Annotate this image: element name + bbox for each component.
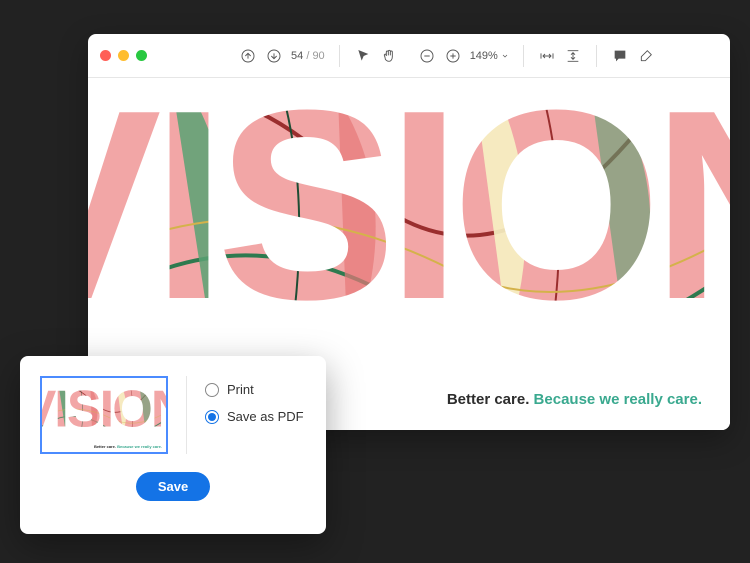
page-thumbnail[interactable]: VISION Better care. Because we really ca… [40, 376, 168, 454]
svg-text:VISION: VISION [42, 380, 166, 438]
radio-icon [205, 383, 219, 397]
tagline-part-b: Because we really care. [534, 391, 702, 408]
radio-save-pdf[interactable]: Save as PDF [205, 409, 304, 424]
radio-print-label: Print [227, 382, 254, 397]
radio-pdf-label: Save as PDF [227, 409, 304, 424]
divider [186, 376, 187, 454]
svg-text:VISION: VISION [88, 58, 730, 356]
vision-artwork: VISION [88, 58, 730, 378]
tagline-part-a: Better care. [447, 391, 530, 408]
save-button[interactable]: Save [136, 472, 210, 501]
export-dialog: VISION Better care. Because we really ca… [20, 356, 326, 534]
radio-print[interactable]: Print [205, 382, 304, 397]
radio-icon [205, 410, 219, 424]
export-options: Print Save as PDF [205, 376, 304, 424]
tagline: Better care. Because we really care. [447, 391, 702, 408]
